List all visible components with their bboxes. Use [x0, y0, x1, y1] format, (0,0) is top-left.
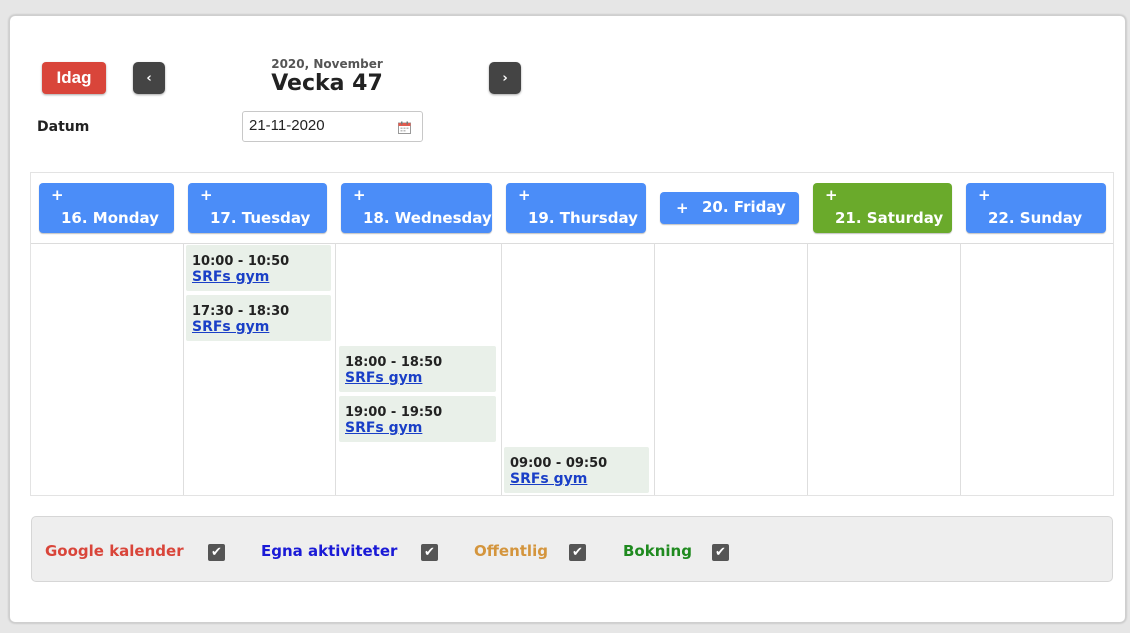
checkbox-public[interactable]: ✔: [569, 544, 586, 561]
add-icon: +: [200, 186, 213, 204]
event-time: 09:00 - 09:50: [510, 456, 608, 471]
add-icon: +: [676, 199, 689, 217]
legend-google-calendar: Google kalender: [45, 542, 184, 560]
day-label: 17. Tuesday: [210, 209, 311, 227]
event-link[interactable]: SRFs gym: [345, 420, 422, 436]
event-time: 10:00 - 10:50: [192, 254, 290, 269]
event-link[interactable]: SRFs gym: [510, 471, 587, 487]
date-value: 21-11-2020: [249, 117, 325, 134]
day-label: 21. Saturday: [835, 209, 944, 227]
date-field[interactable]: 21-11-2020: [242, 111, 423, 142]
event-link[interactable]: SRFs gym: [192, 269, 269, 285]
event-link[interactable]: SRFs gym: [192, 319, 269, 335]
add-icon: +: [51, 186, 64, 204]
legend-booking: Bokning: [623, 542, 692, 560]
event-card[interactable]: 18:00 - 18:50 SRFs gym: [339, 346, 496, 392]
today-button[interactable]: Idag: [42, 62, 106, 94]
day-label: 18. Wednesday: [363, 209, 492, 227]
checkbox-booking[interactable]: ✔: [712, 544, 729, 561]
calendar-filter-legend: Google kalender ✔ Egna aktiviteter ✔ Off…: [31, 516, 1113, 582]
day-label: 16. Monday: [61, 209, 159, 227]
column-divider: [960, 243, 961, 495]
event-time: 17:30 - 18:30: [192, 304, 290, 319]
datum-label: Datum: [37, 119, 90, 135]
day-header-wednesday[interactable]: + 18. Wednesday: [341, 183, 492, 233]
day-header-tuesday[interactable]: + 17. Tuesday: [188, 183, 327, 233]
event-card[interactable]: 10:00 - 10:50 SRFs gym: [186, 245, 331, 291]
legend-own-activities: Egna aktiviteter: [261, 542, 398, 560]
week-title: Vecka 47: [271, 71, 383, 96]
column-divider: [183, 243, 184, 495]
event-card[interactable]: 09:00 - 09:50 SRFs gym: [504, 447, 649, 493]
day-label: 22. Sunday: [988, 209, 1083, 227]
next-week-button[interactable]: ›: [489, 62, 521, 94]
event-link[interactable]: SRFs gym: [345, 370, 422, 386]
column-divider: [335, 243, 336, 495]
prev-week-button[interactable]: ‹: [133, 62, 165, 94]
month-label: 2020, November: [271, 57, 383, 71]
day-header-friday[interactable]: + 20. Friday: [660, 192, 799, 224]
day-label: 20. Friday: [702, 198, 786, 216]
day-header-monday[interactable]: + 16. Monday: [39, 183, 174, 233]
day-header-saturday[interactable]: + 21. Saturday: [813, 183, 952, 233]
header-divider: [31, 243, 1113, 244]
add-icon: +: [978, 186, 991, 204]
event-card[interactable]: 19:00 - 19:50 SRFs gym: [339, 396, 496, 442]
checkbox-google-calendar[interactable]: ✔: [208, 544, 225, 561]
calendar-icon[interactable]: [398, 121, 411, 134]
column-divider: [501, 243, 502, 495]
week-calendar: + 16. Monday + 17. Tuesday + 18. Wednesd…: [30, 172, 1114, 496]
add-icon: +: [825, 186, 838, 204]
event-card[interactable]: 17:30 - 18:30 SRFs gym: [186, 295, 331, 341]
column-divider: [654, 243, 655, 495]
legend-public: Offentlig: [474, 542, 548, 560]
day-header-sunday[interactable]: + 22. Sunday: [966, 183, 1106, 233]
event-time: 19:00 - 19:50: [345, 405, 443, 420]
add-icon: +: [518, 186, 531, 204]
checkbox-own-activities[interactable]: ✔: [421, 544, 438, 561]
event-time: 18:00 - 18:50: [345, 355, 443, 370]
column-divider: [807, 243, 808, 495]
day-label: 19. Thursday: [528, 209, 638, 227]
day-header-thursday[interactable]: + 19. Thursday: [506, 183, 646, 233]
add-icon: +: [353, 186, 366, 204]
